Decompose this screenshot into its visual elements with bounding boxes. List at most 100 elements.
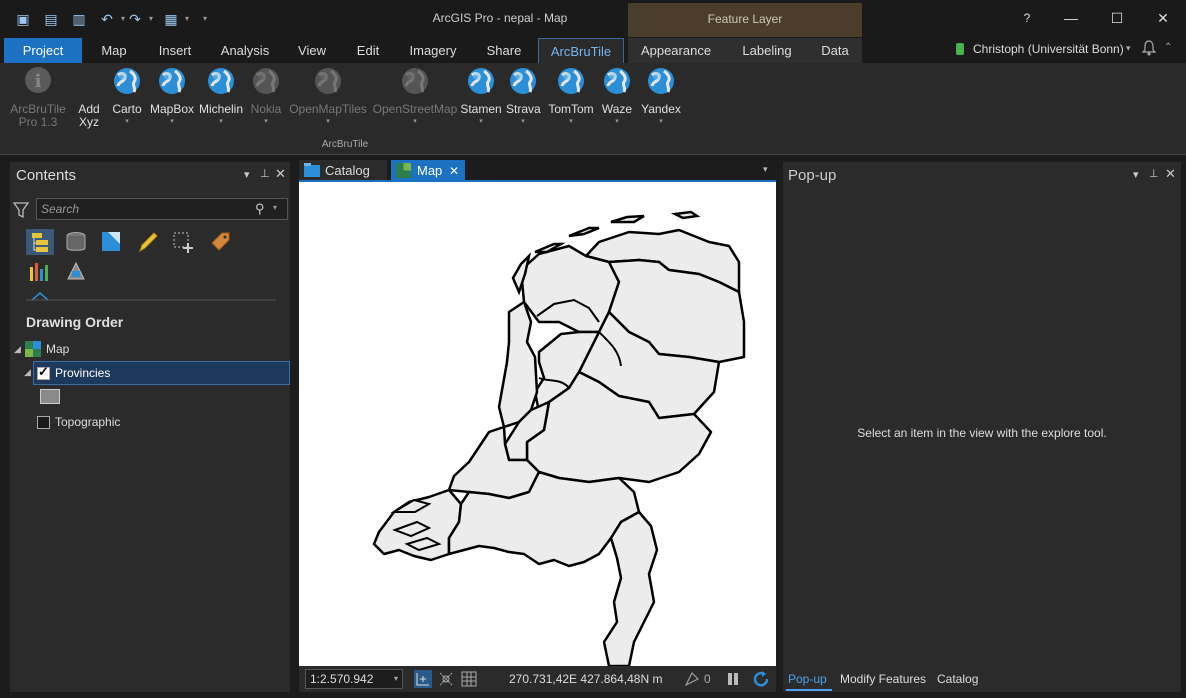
provider-button-stamen[interactable]: Stamen ▾ [460, 66, 502, 125]
provider-dropdown-icon[interactable]: ▾ [544, 117, 598, 125]
topographic-checkbox[interactable] [37, 416, 50, 429]
popup-close-icon[interactable]: ✕ [1165, 166, 1176, 182]
close-button[interactable]: ✕ [1148, 8, 1178, 28]
tab-arcbrutile[interactable]: ArcBruTile [538, 38, 624, 63]
tab-insert[interactable]: Insert [148, 38, 202, 63]
provider-button-strava[interactable]: Strava ▾ [506, 66, 541, 125]
filter-icon[interactable] [13, 201, 29, 219]
map-tree-item[interactable]: Map [46, 342, 69, 356]
tab-share[interactable]: Share [474, 38, 534, 63]
pause-drawing-icon[interactable] [725, 671, 741, 687]
provider-button-yandex[interactable]: Yandex ▾ [640, 66, 682, 125]
tab-project[interactable]: Project [4, 38, 82, 63]
contents-pin-icon[interactable]: ⊥ [260, 167, 270, 180]
save-icon[interactable]: ▥ [68, 10, 90, 28]
provider-dropdown-icon[interactable]: ▾ [198, 117, 244, 125]
provincies-expand-icon[interactable]: ◢ [24, 367, 31, 378]
view-tab-map[interactable]: Map ✕ [391, 160, 465, 181]
globe-icon [253, 68, 279, 94]
provider-button-waze[interactable]: Waze ▾ [600, 66, 634, 125]
user-dropdown-icon[interactable]: ▾ [1126, 43, 1131, 54]
user-name[interactable]: Christoph (Universität Bonn) [973, 42, 1124, 56]
provider-dropdown-icon[interactable]: ▾ [250, 117, 282, 125]
bottom-tab-catalog[interactable]: Catalog [937, 672, 978, 686]
tab-appearance[interactable]: Appearance [630, 38, 722, 63]
provider-dropdown-icon[interactable]: ▾ [150, 117, 194, 125]
provider-dropdown-icon[interactable]: ▾ [372, 117, 458, 125]
provider-dropdown-icon[interactable]: ▾ [460, 117, 502, 125]
province-noord-holland[interactable] [497, 300, 539, 429]
help-button[interactable]: ? [1012, 8, 1042, 28]
refresh-icon[interactable] [752, 670, 770, 688]
search-icon[interactable]: ⚲ [255, 201, 265, 217]
provider-dropdown-icon[interactable]: ▾ [506, 117, 540, 125]
scale-dropdown-icon[interactable]: ▾ [394, 674, 398, 683]
layer-name-topographic[interactable]: Topographic [55, 415, 120, 429]
provider-button-mapbox[interactable]: MapBox ▾ [150, 66, 194, 125]
tab-imagery[interactable]: Imagery [400, 38, 466, 63]
list-by-charts-icon[interactable] [26, 259, 54, 285]
provider-button-openmaptiles[interactable]: OpenMapTiles ▾ [288, 66, 368, 125]
list-by-perspective-imagery-icon[interactable] [62, 259, 90, 285]
app-icon[interactable]: ▣ [12, 10, 34, 28]
island-rottumeroog[interactable] [670, 210, 701, 220]
list-by-drawing-order-icon[interactable] [26, 229, 54, 255]
tab-map[interactable]: Map [88, 38, 140, 63]
provider-button-tomtom[interactable]: TomTom ▾ [544, 66, 598, 125]
list-by-labeling-icon[interactable] [206, 229, 234, 255]
customize-toolbar-icon[interactable]: ▾ [194, 10, 216, 28]
ribbon-collapse-icon[interactable]: ⌃ [1164, 42, 1172, 53]
tab-view[interactable]: View [288, 38, 336, 63]
province-limburg[interactable] [602, 510, 659, 666]
tab-edit[interactable]: Edit [344, 38, 392, 63]
list-by-selection-icon[interactable] [98, 229, 126, 255]
popup-menu-icon[interactable]: ▾ [1133, 168, 1139, 181]
contents-search-box[interactable]: ⚲ ▾ [36, 198, 288, 220]
popup-pin-icon[interactable]: ⊥ [1149, 167, 1159, 180]
tab-data[interactable]: Data [810, 38, 860, 63]
list-by-snapping-icon[interactable] [170, 229, 198, 255]
bottom-tab-modify-features[interactable]: Modify Features [840, 672, 926, 686]
user-icon [956, 43, 964, 55]
tab-analysis[interactable]: Analysis [210, 38, 280, 63]
search-options-icon[interactable]: ▾ [273, 203, 277, 212]
selected-features-icon[interactable] [684, 671, 702, 687]
provincies-symbol-swatch[interactable] [40, 389, 60, 404]
arcbrutile-about-button[interactable]: i ArcBruTile Pro 1.3 [8, 66, 68, 129]
layer-name-provincies[interactable]: Provincies [55, 366, 110, 380]
provider-button-michelin[interactable]: Michelin ▾ [198, 66, 244, 125]
provider-button-openstreetmap[interactable]: OpenStreetMap ▾ [372, 66, 458, 125]
bottom-tab-popup[interactable]: Pop-up [788, 672, 827, 686]
view-tabs-menu-icon[interactable]: ▾ [763, 164, 768, 175]
minimize-button[interactable]: — [1056, 8, 1086, 28]
provider-button-nokia[interactable]: Nokia ▾ [250, 66, 282, 125]
map-view[interactable] [299, 182, 776, 666]
netherlands-provinces-map[interactable] [299, 182, 776, 666]
provider-button-carto[interactable]: Carto ▾ [110, 66, 144, 125]
island-schiermonnikoog[interactable] [610, 214, 645, 224]
map-expand-icon[interactable]: ◢ [14, 344, 21, 355]
notification-bell-icon[interactable] [1142, 40, 1156, 56]
provider-dropdown-icon[interactable]: ▾ [640, 117, 682, 125]
list-by-editing-icon[interactable] [134, 229, 162, 255]
provider-label: MapBox [150, 102, 195, 116]
contents-close-icon[interactable]: ✕ [275, 166, 286, 182]
grid-snap-icon[interactable] [414, 670, 432, 688]
map-scale-select[interactable]: 1:2.570.942 ▾ [305, 669, 403, 689]
island-ameland[interactable] [568, 226, 600, 238]
add-xyz-button[interactable]: Add Xyz [72, 66, 106, 129]
contents-menu-icon[interactable]: ▾ [244, 168, 250, 181]
view-tab-catalog[interactable]: Catalog [299, 160, 387, 181]
snapping-icon[interactable] [437, 670, 455, 688]
provider-dropdown-icon[interactable]: ▾ [600, 117, 634, 125]
list-by-source-icon[interactable] [62, 229, 90, 255]
provider-dropdown-icon[interactable]: ▾ [288, 117, 368, 125]
provider-dropdown-icon[interactable]: ▾ [110, 117, 144, 125]
maximize-button[interactable]: ☐ [1102, 8, 1132, 28]
redo-dropdown-icon[interactable]: ▾ [140, 10, 162, 28]
tab-labeling[interactable]: Labeling [730, 38, 804, 63]
open-project-icon[interactable]: ▤ [40, 10, 62, 28]
grid-toggle-icon[interactable] [460, 670, 478, 688]
contents-search-input[interactable] [41, 201, 251, 217]
map-tab-close-icon[interactable]: ✕ [449, 160, 459, 182]
